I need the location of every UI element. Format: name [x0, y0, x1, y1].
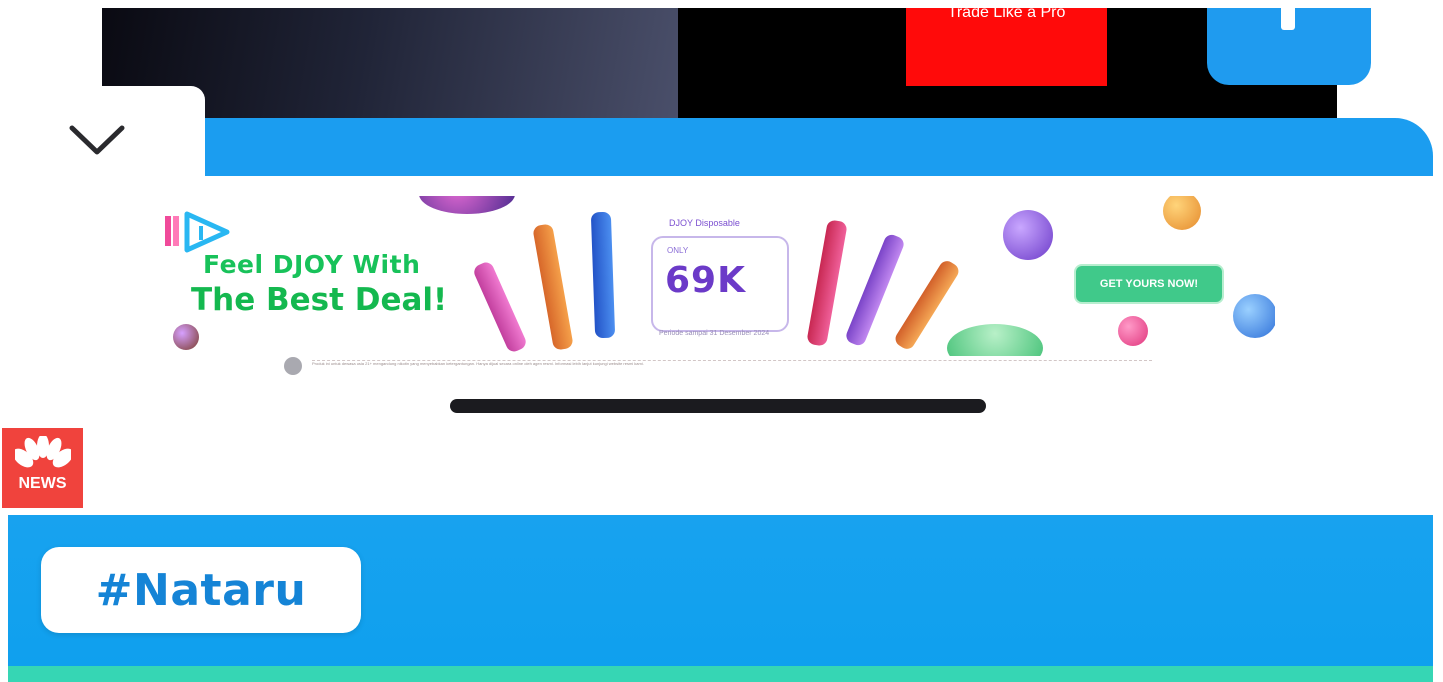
decor-ball	[419, 196, 515, 214]
info-icon	[284, 357, 302, 375]
news-logo[interactable]: NEWS	[2, 428, 83, 508]
hashtag-pill[interactable]: #Nataru	[41, 547, 361, 633]
hashtag-label: #Nataru	[95, 565, 307, 616]
teal-accent-line	[8, 666, 1433, 682]
news-peacock-icon	[15, 436, 71, 468]
ad-banner[interactable]: Feel DJOY With The Best Deal! DJOY Dispo…	[165, 196, 1275, 356]
chevron-down-icon[interactable]	[68, 124, 126, 158]
price-top-label: DJOY Disposable	[669, 218, 740, 228]
decor-ball	[1118, 316, 1148, 346]
news-label: NEWS	[18, 475, 67, 492]
promo-text: Trade Like a Pro	[947, 8, 1066, 21]
bottom-banner: #Nataru	[8, 515, 1433, 682]
ad-disclaimer: Produk ini untuk dewasa usia 21+ mengand…	[312, 360, 1152, 371]
price-value: 69K	[665, 260, 746, 301]
ad-headline-2: The Best Deal!	[191, 282, 448, 318]
product-stick	[844, 232, 906, 348]
price-footer: Periode sampai 31 Desember 2024	[659, 330, 770, 337]
decor-ball	[173, 324, 199, 350]
product-stick	[590, 211, 616, 339]
add-button[interactable]	[1207, 4, 1371, 85]
decor-ball	[1233, 294, 1275, 338]
plus-icon	[1281, 4, 1295, 30]
video-strip[interactable]: Trade Like a Pro	[102, 8, 1337, 126]
djoy-logo-icon	[165, 211, 230, 253]
price-card: ONLY 69K	[651, 236, 789, 332]
product-stick	[532, 223, 574, 351]
price-small-label: ONLY	[667, 246, 689, 255]
home-indicator[interactable]	[450, 399, 986, 413]
ad-headline-1: Feel DJOY With	[203, 250, 421, 279]
blue-header-strip	[196, 118, 1433, 180]
product-stick	[471, 259, 529, 355]
decor-ball	[1163, 196, 1201, 230]
screen: Trade Like a Pro Feel DJOY With The Best…	[0, 0, 1443, 682]
promo-tile[interactable]: Trade Like a Pro	[906, 8, 1107, 86]
cta-button[interactable]: GET YOURS NOW!	[1076, 266, 1222, 302]
ad-sheet: Feel DJOY With The Best Deal! DJOY Dispo…	[0, 176, 1443, 426]
decor-ball	[947, 324, 1043, 356]
decor-ball	[1003, 210, 1053, 260]
product-stick	[806, 219, 848, 347]
